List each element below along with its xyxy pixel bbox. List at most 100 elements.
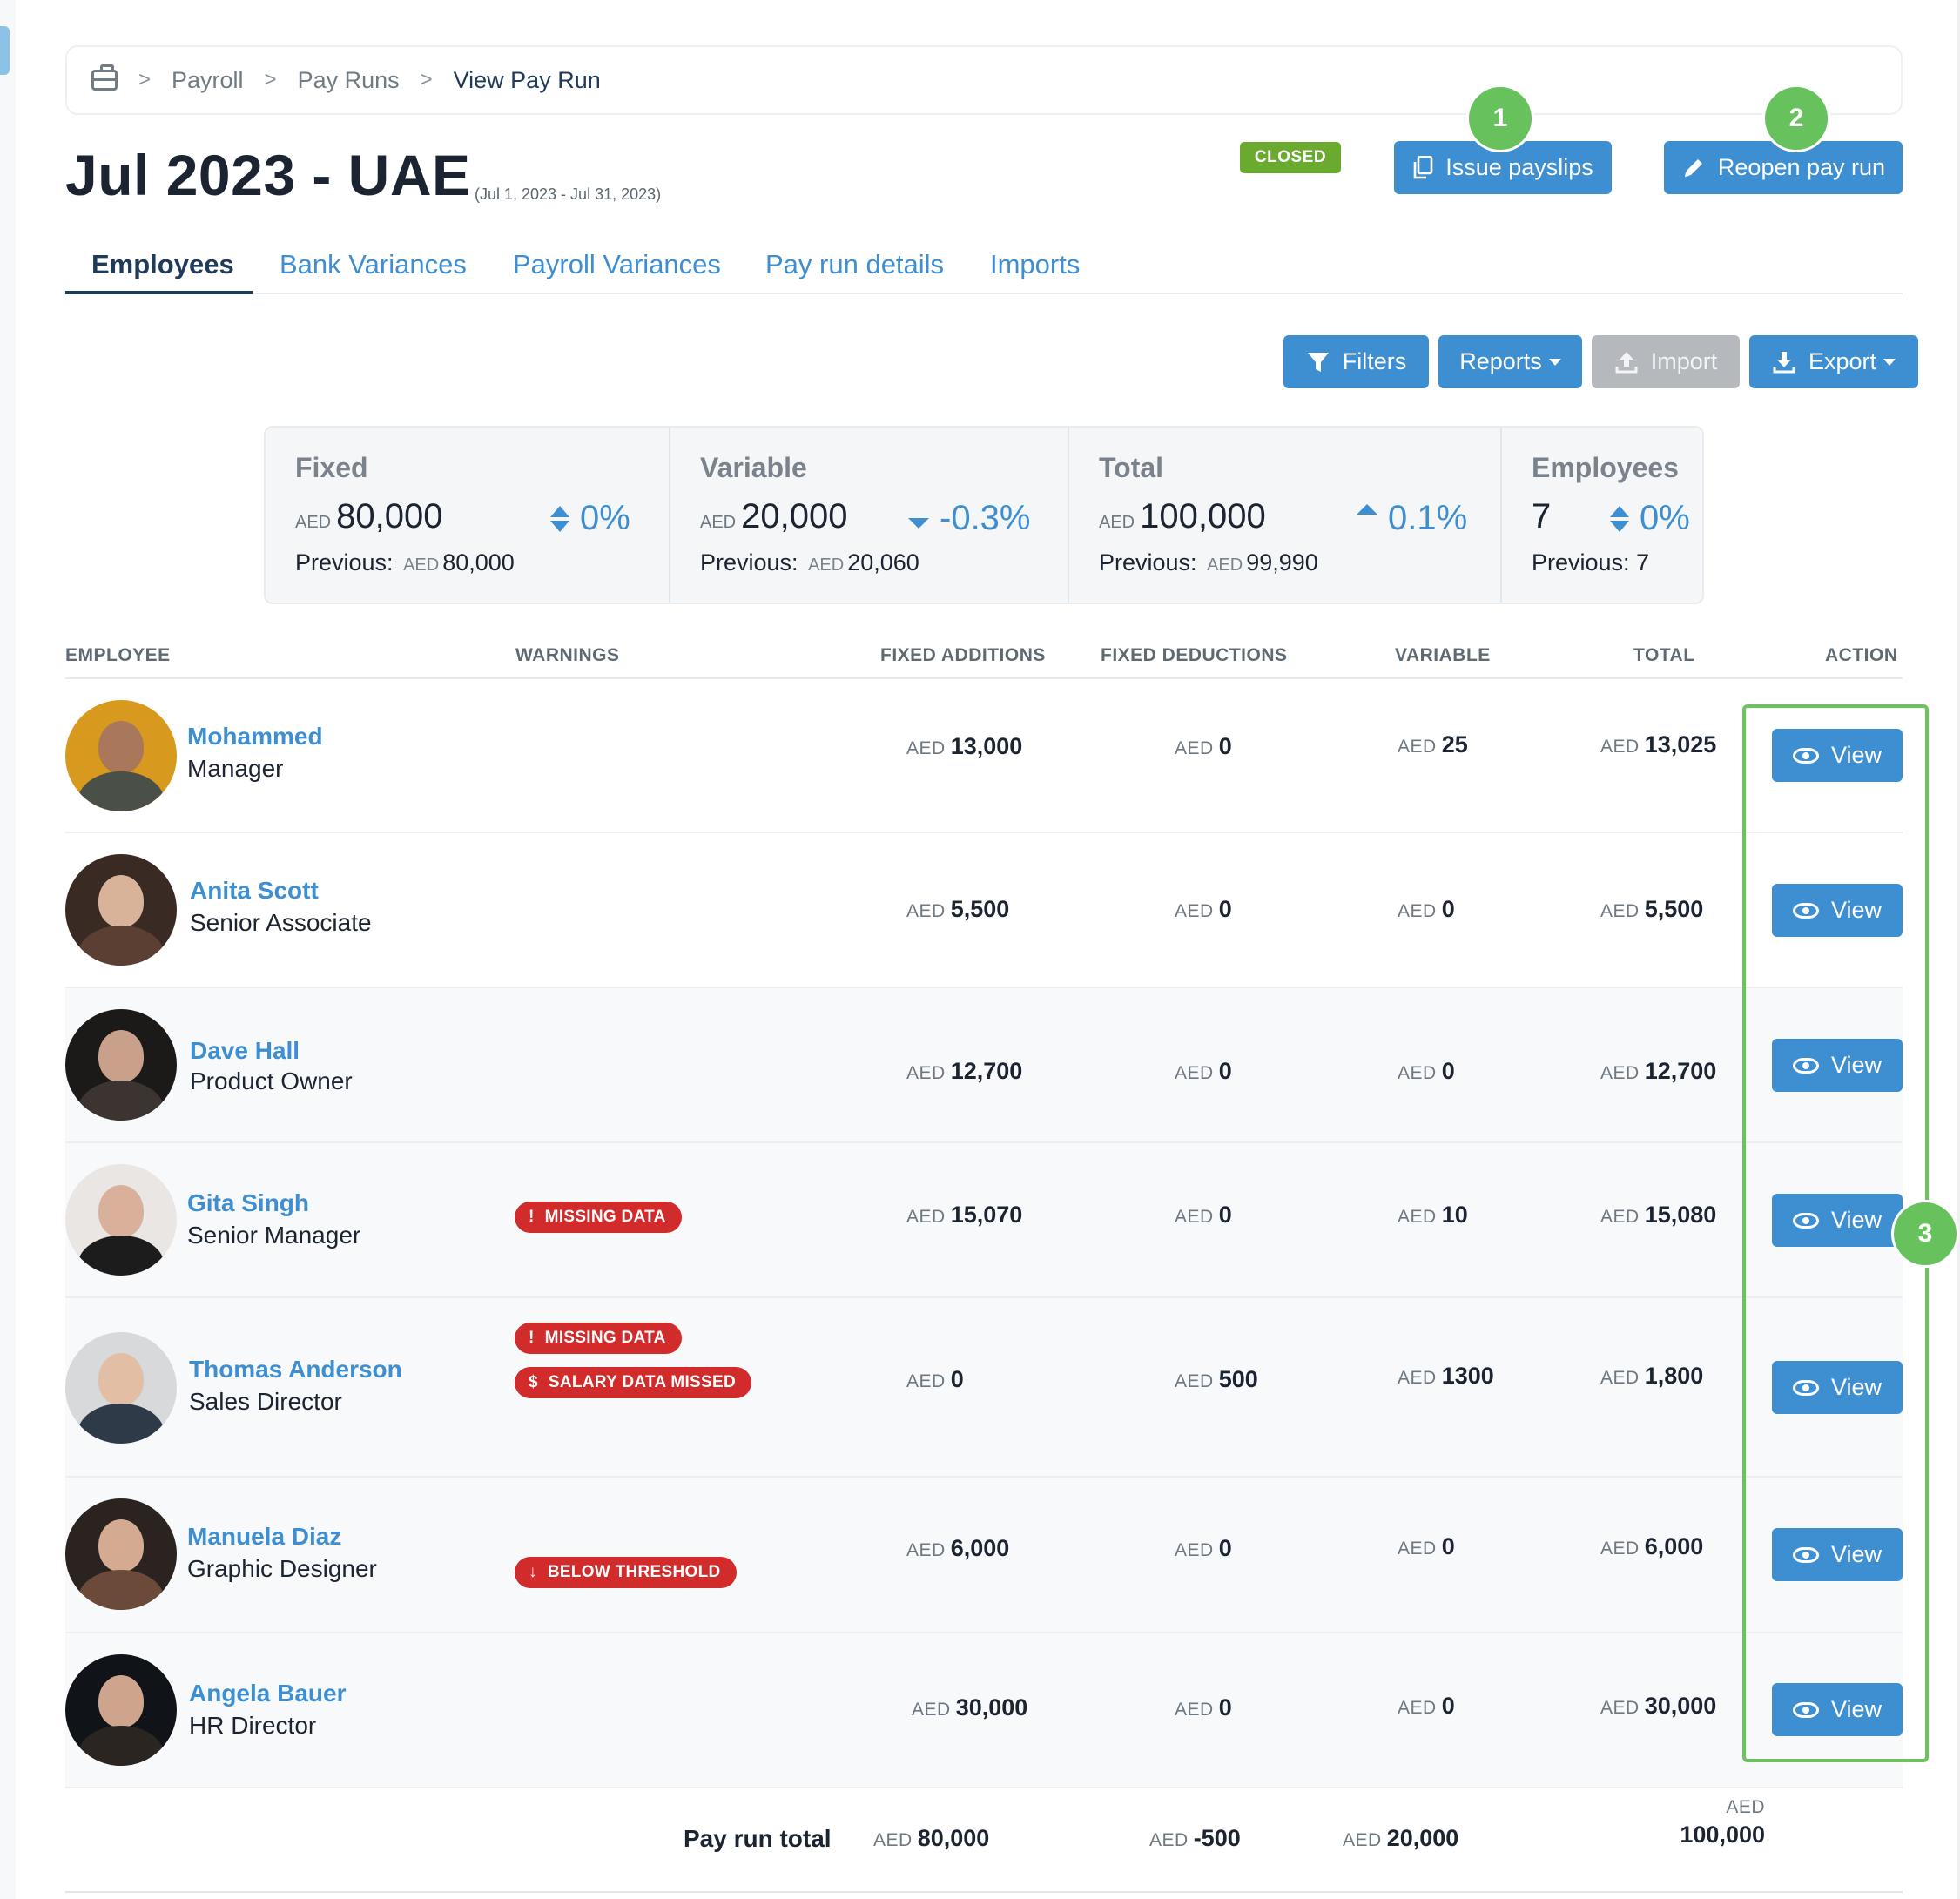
fixed-additions-cell: AED 30,000 — [912, 1694, 1027, 1721]
issue-payslips-label: Issue payslips — [1445, 154, 1593, 180]
currency-code: AED — [1175, 1371, 1214, 1391]
summary-previous: Previous: AED 99,990 — [1099, 549, 1318, 576]
employee-role: Manager — [187, 755, 284, 782]
employee-name-link[interactable]: Angela Bauer — [189, 1680, 347, 1707]
previous-value: 99,990 — [1246, 549, 1318, 576]
step-marker-1: 1 — [1466, 84, 1534, 152]
employee-role: Senior Associate — [190, 909, 372, 936]
column-header-fixed-deductions: FIXED DEDUCTIONS — [1101, 645, 1288, 665]
amount: 0 — [1441, 896, 1455, 922]
warning-badge: ↓ BELOW THRESHOLD — [515, 1557, 737, 1588]
breadcrumb-current: View Pay Run — [453, 66, 601, 93]
amount: 0 — [1218, 1058, 1232, 1084]
employee-role: Graphic Designer — [187, 1555, 377, 1582]
table-row: Dave Hall Product Owner AED 12,700 AED 0 A… — [65, 988, 1903, 1143]
amount: 0 — [1218, 896, 1232, 922]
reports-dropdown[interactable]: Reports — [1438, 335, 1582, 388]
total-grand: AED 100,000 — [1660, 1797, 1765, 1848]
fixed-additions-cell: AED 12,700 — [906, 1058, 1022, 1085]
export-label: Export — [1808, 348, 1877, 374]
summary-panel: Fixed AED 80,000 0% Previous: AED 80,000 V… — [264, 426, 1704, 604]
change-percent: 0.1% — [1388, 499, 1468, 537]
breadcrumb: > Payroll > Pay Runs > View Pay Run — [65, 45, 1903, 115]
column-header-action: ACTION — [1825, 645, 1898, 665]
caret-up-icon — [1357, 503, 1377, 515]
fixed-additions-cell: AED 13,000 — [906, 733, 1022, 760]
fixed-additions-cell: AED 5,500 — [906, 896, 1009, 923]
tab-bar: Employees Bank Variances Payroll Varianc… — [65, 244, 1903, 294]
summary-value: 7 — [1532, 497, 1551, 536]
import-label: Import — [1650, 348, 1718, 374]
breadcrumb-payroll[interactable]: Payroll — [172, 67, 244, 94]
tab-employees[interactable]: Employees — [91, 249, 234, 280]
change-percent: -0.3% — [940, 499, 1031, 537]
summary-change: 0% — [1610, 499, 1690, 538]
caret-down-icon — [908, 517, 929, 529]
import-button[interactable]: Import — [1592, 335, 1740, 388]
currency-code: AED — [1343, 1830, 1382, 1850]
currency-code: AED — [1207, 556, 1243, 575]
currency-code: AED — [906, 1063, 946, 1083]
avatar — [65, 854, 177, 966]
reopen-pay-run-label: Reopen pay run — [1717, 154, 1886, 180]
currency-code: AED — [1398, 1063, 1437, 1083]
variable-cell: AED 0 — [1398, 1693, 1455, 1720]
amount: 5,500 — [950, 896, 1010, 922]
variable-cell: AED 10 — [1398, 1202, 1468, 1229]
currency-code: AED — [906, 738, 946, 758]
tab-bank-variances[interactable]: Bank Variances — [280, 249, 467, 280]
employee-name-link[interactable]: Manuela Diaz — [187, 1523, 341, 1551]
tab-pay-run-details[interactable]: Pay run details — [765, 249, 944, 280]
sidebar-toggle[interactable] — [0, 26, 10, 75]
total-cell: AED 30,000 — [1600, 1693, 1716, 1720]
left-rail — [0, 0, 16, 1899]
pay-run-total-label: Pay run total — [684, 1825, 832, 1852]
column-header-fixed-additions: FIXED ADDITIONS — [880, 645, 1046, 665]
amount: 100,000 — [1680, 1822, 1765, 1848]
avatar — [65, 1164, 177, 1276]
briefcase-icon[interactable] — [91, 64, 118, 91]
exclamation-icon: ! — [529, 1329, 535, 1347]
breadcrumb-pay-runs[interactable]: Pay Runs — [298, 67, 400, 94]
column-header-variable: VARIABLE — [1395, 645, 1491, 665]
dollar-icon: $ — [529, 1373, 538, 1391]
amount: 6,000 — [1644, 1533, 1704, 1559]
employee-name-link[interactable]: Gita Singh — [187, 1189, 309, 1217]
variable-cell: AED 0 — [1398, 1058, 1455, 1085]
amount: 30,000 — [955, 1694, 1028, 1721]
tab-payroll-variances[interactable]: Payroll Variances — [513, 249, 721, 280]
avatar — [65, 1332, 177, 1444]
table-row: Angela Bauer HR Director AED 30,000 AED 0 … — [65, 1633, 1903, 1788]
change-percent: 0% — [1640, 499, 1690, 537]
total-fixed-deductions: AED -500 — [1149, 1825, 1241, 1852]
export-dropdown[interactable]: Export — [1749, 335, 1918, 388]
warning-text: MISSING DATA — [544, 1329, 666, 1347]
caret-down-icon — [1883, 358, 1896, 366]
fixed-deductions-cell: AED 0 — [1175, 1694, 1232, 1721]
previous-value: 80,000 — [442, 549, 515, 576]
fixed-additions-cell: AED 0 — [906, 1366, 964, 1393]
variable-cell: AED 25 — [1398, 731, 1468, 758]
currency-code: AED — [873, 1830, 913, 1850]
amount: 0 — [1218, 1202, 1232, 1228]
previous-value: 20,060 — [847, 549, 919, 576]
arrow-down-icon: ↓ — [529, 1563, 537, 1581]
fixed-additions-cell: AED 6,000 — [906, 1535, 1009, 1562]
currency-code: AED — [906, 1207, 946, 1227]
currency-code: AED — [1726, 1797, 1765, 1817]
employee-name-link[interactable]: Anita Scott — [190, 877, 319, 905]
avatar — [65, 1654, 177, 1766]
amount: 0 — [1218, 1535, 1232, 1561]
sort-icon — [1610, 504, 1629, 534]
employee-name-link[interactable]: Thomas Anderson — [189, 1356, 402, 1384]
tab-imports[interactable]: Imports — [990, 249, 1080, 280]
amount: 5,500 — [1644, 896, 1704, 922]
employee-name-link[interactable]: Dave Hall — [190, 1037, 300, 1065]
previous-value: 7 — [1636, 549, 1650, 576]
total-cell: AED 5,500 — [1600, 896, 1703, 923]
filters-button[interactable]: Filters — [1283, 335, 1429, 388]
employee-name-link[interactable]: Mohammed — [187, 723, 323, 751]
amount: 1300 — [1441, 1363, 1494, 1389]
amount: 80,000 — [917, 1825, 990, 1851]
column-header-warnings: WARNINGS — [515, 645, 620, 665]
